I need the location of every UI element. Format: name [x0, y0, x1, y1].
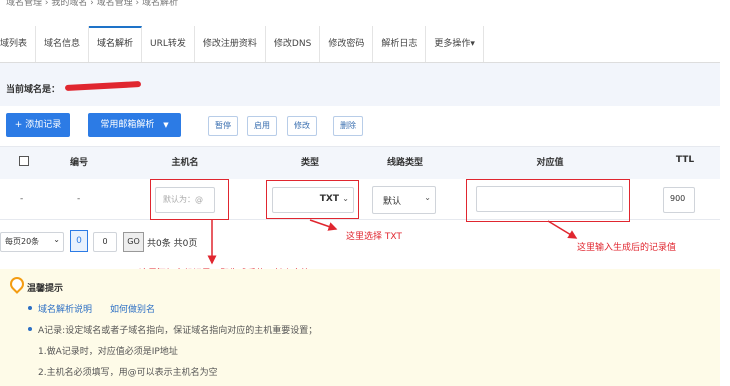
- tip-line-a-record: A记录:设定域名或者子域名指向，保证域名指向对应的主机重要设置；: [38, 326, 318, 336]
- bullet-dot: [28, 327, 32, 331]
- bullet-dot: [28, 306, 32, 310]
- tip-line-1: 1.做A记录时，对应值必须是IP地址: [38, 347, 178, 357]
- tip-line-2: 2.主机名必须填写，用@可以表示主机名为空: [38, 368, 218, 378]
- alias-help-link[interactable]: 如何做别名: [110, 302, 155, 315]
- type-arrow: [309, 219, 338, 231]
- tips-title: 温馨提示: [27, 284, 64, 294]
- value-arrow: [547, 220, 578, 239]
- resolve-help-link[interactable]: 域名解析说明: [38, 302, 92, 315]
